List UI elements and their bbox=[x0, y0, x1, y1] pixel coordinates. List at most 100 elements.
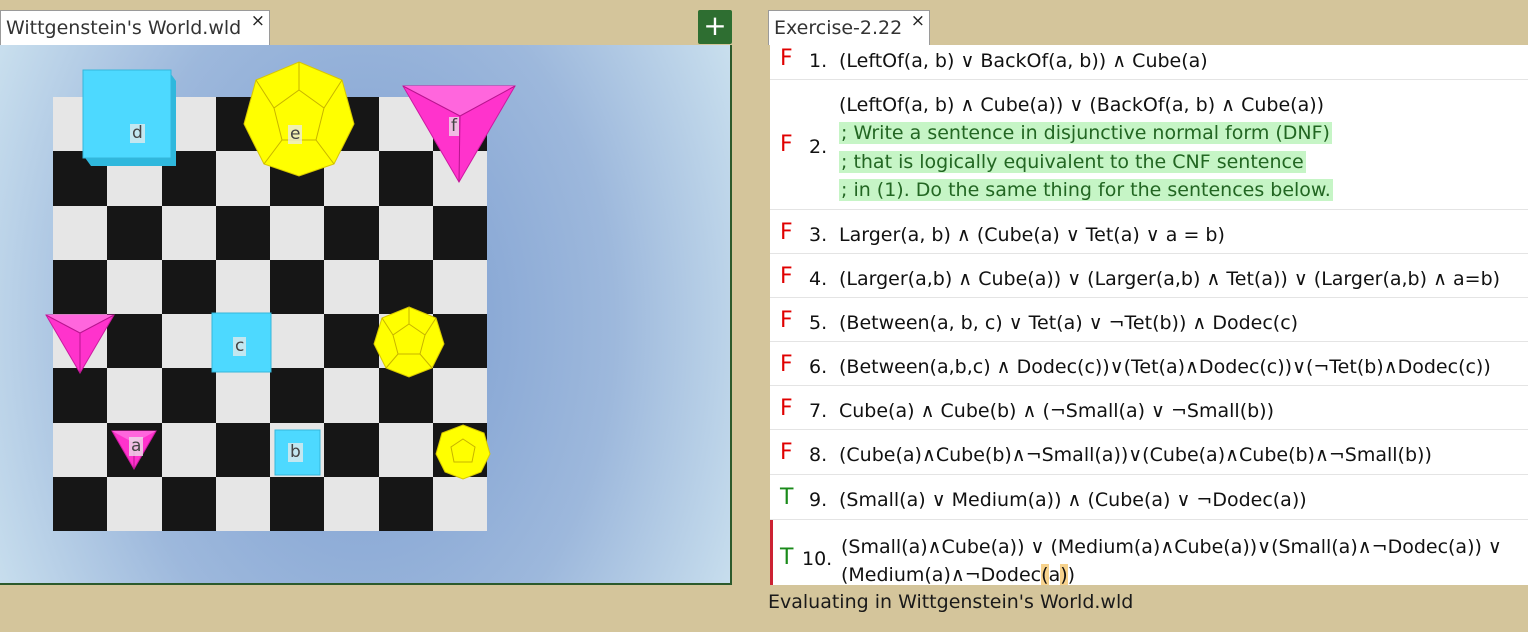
board-square[interactable] bbox=[107, 259, 162, 314]
matched-paren: ( bbox=[1041, 564, 1049, 585]
dodec-unlabeled-medium[interactable] bbox=[372, 306, 446, 378]
board-square[interactable] bbox=[161, 368, 216, 423]
sentence-row[interactable]: F 8. (Cube(a)∧Cube(b)∧¬Small(a))∨(Cube(a… bbox=[770, 430, 1528, 475]
dodec-e[interactable] bbox=[242, 60, 356, 178]
sentence-row[interactable]: F 7. Cube(a) ∧ Cube(b) ∧ (¬Small(a) ∨ ¬S… bbox=[770, 386, 1528, 430]
board-square[interactable] bbox=[270, 368, 325, 423]
dodec-unlabeled-small[interactable] bbox=[434, 424, 492, 480]
tab-exercise-file[interactable]: Exercise-2.22 × bbox=[768, 10, 930, 45]
tet-f[interactable] bbox=[400, 83, 518, 185]
sentence-number: 4. bbox=[809, 268, 828, 290]
object-label-e: e bbox=[288, 124, 303, 144]
board-square[interactable] bbox=[107, 205, 162, 260]
board-square[interactable] bbox=[161, 205, 216, 260]
sentence-row[interactable]: F 3. Larger(a, b) ∧ (Cube(a) ∨ Tet(a) ∨ … bbox=[770, 210, 1528, 254]
sentence-text[interactable]: (Small(a)∧Cube(a)) ∨ (Medium(a)∧Cube(a))… bbox=[841, 536, 1502, 558]
sentence-row[interactable]: F 4. (Larger(a,b) ∧ Cube(a)) ∨ (Larger(a… bbox=[770, 254, 1528, 298]
truth-value: F bbox=[780, 352, 793, 377]
sentence-row-selected[interactable]: T 10. (Small(a)∧Cube(a)) ∨ (Medium(a)∧Cu… bbox=[770, 520, 1528, 585]
board-square[interactable] bbox=[270, 314, 325, 369]
board-square[interactable] bbox=[215, 476, 270, 531]
tab-exercise-title: Exercise-2.22 bbox=[774, 17, 903, 39]
board-square[interactable] bbox=[324, 368, 379, 423]
close-world-tab-icon[interactable]: × bbox=[251, 11, 265, 31]
object-label-f: f bbox=[449, 116, 459, 136]
sentence-row[interactable]: T 9. (Small(a) ∨ Medium(a)) ∧ (Cube(a) ∨… bbox=[770, 475, 1528, 520]
truth-value: F bbox=[780, 132, 793, 157]
board-square[interactable] bbox=[161, 476, 216, 531]
sentence-text[interactable]: Larger(a, b) ∧ (Cube(a) ∨ Tet(a) ∨ a = b… bbox=[839, 224, 1225, 246]
board-square[interactable] bbox=[53, 205, 108, 260]
board-square[interactable] bbox=[161, 422, 216, 477]
sentence-row[interactable]: F 1. (LeftOf(a, b) ∨ BackOf(a, b)) ∧ Cub… bbox=[770, 45, 1528, 80]
object-label-d: d bbox=[130, 123, 145, 143]
sentence-row[interactable]: F 6. (Between(a,b,c) ∧ Dodec(c))∨(Tet(a)… bbox=[770, 342, 1528, 386]
sentence-number: 6. bbox=[809, 356, 828, 378]
sentence-text-line2[interactable]: (Medium(a)∧¬Dodec(a)) bbox=[841, 564, 1075, 585]
sentence-number: 3. bbox=[809, 224, 828, 246]
board-square[interactable] bbox=[53, 368, 108, 423]
board-square[interactable] bbox=[324, 314, 379, 369]
sentence-text[interactable]: (Cube(a)∧Cube(b)∧¬Small(a))∨(Cube(a)∧Cub… bbox=[839, 444, 1432, 466]
object-label-c: c bbox=[233, 336, 247, 356]
truth-value: T bbox=[780, 545, 794, 570]
board-square[interactable] bbox=[432, 205, 487, 260]
board-square[interactable] bbox=[215, 422, 270, 477]
truth-value: F bbox=[780, 440, 793, 465]
object-label-a: a bbox=[129, 436, 144, 456]
board-square[interactable] bbox=[378, 422, 433, 477]
sentence-text[interactable]: (Larger(a,b) ∧ Cube(a)) ∨ (Larger(a,b) ∧… bbox=[839, 268, 1500, 290]
sentence-row[interactable]: F 5. (Between(a, b, c) ∨ Tet(a) ∨ ¬Tet(b… bbox=[770, 298, 1528, 342]
truth-value: F bbox=[780, 220, 793, 245]
board-square[interactable] bbox=[378, 205, 433, 260]
sentence-list[interactable]: F 1. (LeftOf(a, b) ∨ BackOf(a, b)) ∧ Cub… bbox=[770, 45, 1528, 585]
sentence-text[interactable]: (LeftOf(a, b) ∧ Cube(a)) ∨ (BackOf(a, b)… bbox=[839, 94, 1324, 116]
tet-unlabeled[interactable] bbox=[44, 313, 116, 375]
board-square[interactable] bbox=[53, 422, 108, 477]
sentence-row[interactable]: F 2. (LeftOf(a, b) ∧ Cube(a)) ∨ (BackOf(… bbox=[770, 80, 1528, 210]
board-square[interactable] bbox=[270, 259, 325, 314]
board-square[interactable] bbox=[107, 368, 162, 423]
board-square[interactable] bbox=[270, 205, 325, 260]
cube-d[interactable] bbox=[80, 67, 180, 167]
board-square[interactable] bbox=[324, 205, 379, 260]
board-square[interactable] bbox=[215, 259, 270, 314]
matched-paren: ) bbox=[1060, 564, 1068, 585]
comment-line: ; Write a sentence in disjunctive normal… bbox=[839, 122, 1332, 144]
sentence-text[interactable]: (LeftOf(a, b) ∨ BackOf(a, b)) ∧ Cube(a) bbox=[839, 50, 1208, 72]
truth-value: F bbox=[780, 308, 793, 333]
tab-world-title: Wittgenstein's World.wld bbox=[6, 17, 242, 39]
board-square[interactable] bbox=[432, 476, 487, 531]
sentence-number: 10. bbox=[802, 548, 833, 570]
object-label-b: b bbox=[288, 442, 303, 462]
close-exercise-tab-icon[interactable]: × bbox=[911, 11, 925, 31]
board-square[interactable] bbox=[53, 476, 108, 531]
sentence-text[interactable]: Cube(a) ∧ Cube(b) ∧ (¬Small(a) ∨ ¬Small(… bbox=[839, 400, 1274, 422]
truth-value: F bbox=[780, 46, 793, 71]
tab-world-file[interactable]: Wittgenstein's World.wld × bbox=[0, 10, 270, 45]
world-view[interactable]: d e f c a b bbox=[0, 45, 732, 585]
status-bar: Evaluating in Wittgenstein's World.wld bbox=[768, 591, 1134, 613]
board-square[interactable] bbox=[270, 476, 325, 531]
board-square[interactable] bbox=[161, 259, 216, 314]
board-square[interactable] bbox=[215, 205, 270, 260]
board-square[interactable] bbox=[107, 476, 162, 531]
sentence-text[interactable]: (Between(a,b,c) ∧ Dodec(c))∨(Tet(a)∧Dode… bbox=[839, 356, 1491, 378]
truth-value: F bbox=[780, 264, 793, 289]
board-square[interactable] bbox=[324, 422, 379, 477]
board-square[interactable] bbox=[324, 476, 379, 531]
sentence-number: 2. bbox=[809, 136, 828, 158]
sentence-text[interactable]: (Between(a, b, c) ∨ Tet(a) ∨ ¬Tet(b)) ∧ … bbox=[839, 312, 1298, 334]
sentence-number: 1. bbox=[809, 50, 828, 72]
board-square[interactable] bbox=[161, 314, 216, 369]
comment-line: ; that is logically equivalent to the CN… bbox=[839, 151, 1306, 173]
board-square[interactable] bbox=[378, 476, 433, 531]
truth-value: F bbox=[780, 396, 793, 421]
sentence-number: 5. bbox=[809, 312, 828, 334]
board-square[interactable] bbox=[53, 259, 108, 314]
sentence-number: 8. bbox=[809, 444, 828, 466]
board-square[interactable] bbox=[324, 259, 379, 314]
add-object-button[interactable]: + bbox=[698, 10, 732, 44]
board-square[interactable] bbox=[215, 368, 270, 423]
sentence-text[interactable]: (Small(a) ∨ Medium(a)) ∧ (Cube(a) ∨ ¬Dod… bbox=[839, 489, 1307, 511]
